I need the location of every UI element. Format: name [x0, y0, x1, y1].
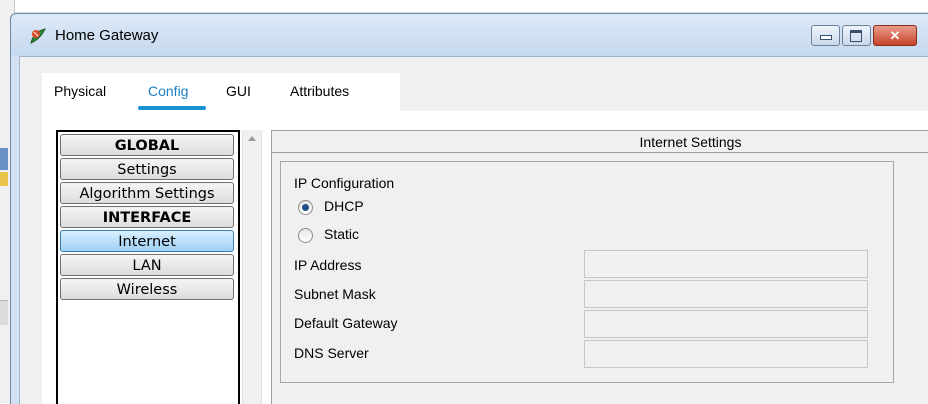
background-item: [0, 172, 8, 186]
config-panel: GLOBAL Settings Algorithm Settings INTER…: [42, 111, 928, 404]
dns-server-field[interactable]: [584, 340, 868, 368]
static-radio[interactable]: [298, 228, 313, 243]
tab-config[interactable]: Config: [148, 83, 188, 99]
maximize-button[interactable]: [842, 25, 871, 46]
sidebar-item-settings[interactable]: Settings: [60, 158, 234, 180]
sidebar-header-global[interactable]: GLOBAL: [60, 134, 234, 156]
scroll-up-icon[interactable]: [248, 136, 256, 141]
tab-physical[interactable]: Physical: [54, 83, 106, 99]
background-window-edge: [0, 0, 928, 13]
title-bar[interactable]: Home Gateway ✕: [11, 14, 928, 56]
config-sidebar: GLOBAL Settings Algorithm Settings INTER…: [56, 130, 240, 404]
window-client-area: Physical Config GUI Attributes GLOBAL Se…: [19, 56, 928, 404]
window-controls: ✕: [809, 25, 917, 46]
ip-address-label: IP Address: [294, 257, 362, 273]
active-tab-indicator: [138, 106, 206, 110]
sidebar-item-lan[interactable]: LAN: [60, 254, 234, 276]
internet-settings-title: Internet Settings: [272, 131, 928, 153]
dhcp-radio[interactable]: [298, 200, 313, 215]
maximize-icon: [850, 30, 862, 42]
home-gateway-icon: [30, 28, 46, 44]
sidebar-scrollbar[interactable]: [242, 130, 262, 404]
dhcp-label[interactable]: DHCP: [324, 198, 364, 214]
sidebar-item-internet[interactable]: Internet: [60, 230, 234, 252]
static-label[interactable]: Static: [324, 226, 359, 242]
sidebar-header-interface[interactable]: INTERFACE: [60, 206, 234, 228]
ip-configuration-group: IP Configuration DHCP Static IP Address …: [280, 161, 894, 383]
minimize-icon: [820, 35, 832, 40]
default-gateway-label: Default Gateway: [294, 315, 398, 331]
dns-server-label: DNS Server: [294, 345, 369, 361]
ip-configuration-label: IP Configuration: [294, 175, 395, 191]
background-item: [0, 300, 8, 325]
internet-settings-panel: Internet Settings IP Configuration DHCP …: [271, 130, 928, 404]
minimize-button[interactable]: [811, 25, 840, 46]
close-button[interactable]: ✕: [873, 25, 917, 46]
tab-gui[interactable]: GUI: [226, 83, 251, 99]
tab-bar: Physical Config GUI Attributes: [42, 73, 400, 111]
ip-address-field[interactable]: [584, 250, 868, 278]
close-icon: ✕: [889, 28, 901, 43]
sidebar-item-wireless[interactable]: Wireless: [60, 278, 234, 300]
subnet-mask-field[interactable]: [584, 280, 868, 308]
sidebar-item-algorithm-settings[interactable]: Algorithm Settings: [60, 182, 234, 204]
home-gateway-window: Home Gateway ✕ Physical Config GUI Attri…: [10, 13, 928, 404]
default-gateway-field[interactable]: [584, 310, 868, 338]
window-title: Home Gateway: [55, 27, 159, 44]
tab-attributes[interactable]: Attributes: [290, 83, 349, 99]
subnet-mask-label: Subnet Mask: [294, 286, 376, 302]
background-item: [0, 148, 8, 170]
